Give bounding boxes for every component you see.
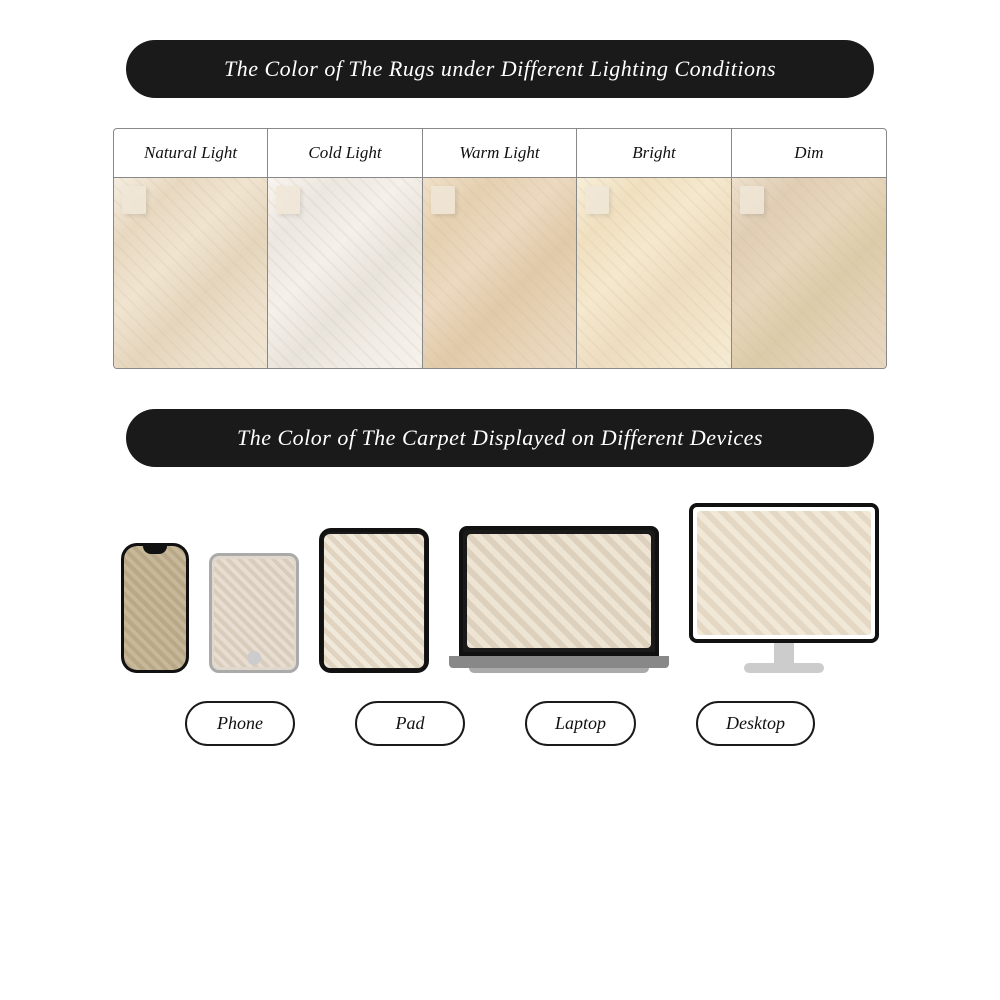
pad-home-button xyxy=(247,651,261,665)
laptop-foot xyxy=(469,668,649,673)
devices-title-banner: The Color of The Carpet Displayed on Dif… xyxy=(126,409,874,467)
device-desktop-group xyxy=(689,503,879,673)
label-desktop: Desktop xyxy=(696,701,815,746)
laptop-base xyxy=(449,656,669,668)
tablet-device xyxy=(319,528,429,673)
monitor-neck xyxy=(774,643,794,663)
lighting-title-text: The Color of The Rugs under Different Li… xyxy=(224,56,776,81)
lighting-title-banner: The Color of The Rugs under Different Li… xyxy=(126,40,874,98)
device-phone-group xyxy=(121,543,189,673)
table-image-row xyxy=(114,178,886,368)
device-labels-row: Phone Pad Laptop Desktop xyxy=(113,701,887,746)
phone-screen xyxy=(124,546,186,670)
col-warm-light: Warm Light xyxy=(423,129,577,177)
monitor-base xyxy=(744,663,824,673)
pad-device xyxy=(209,553,299,673)
laptop-screen xyxy=(467,534,651,648)
monitor-screen xyxy=(697,511,871,635)
rug-warm-light xyxy=(423,178,577,368)
col-dim: Dim xyxy=(732,129,886,177)
col-bright: Bright xyxy=(577,129,731,177)
tablet-screen xyxy=(324,534,424,668)
monitor-device xyxy=(689,503,879,643)
laptop-screen-part xyxy=(459,526,659,656)
device-pad-group xyxy=(209,553,299,673)
label-laptop: Laptop xyxy=(525,701,636,746)
col-cold-light: Cold Light xyxy=(268,129,422,177)
label-pad: Pad xyxy=(355,701,465,746)
device-laptop-group xyxy=(449,526,669,673)
devices-row xyxy=(113,503,887,673)
rug-natural-light xyxy=(114,178,268,368)
label-phone: Phone xyxy=(185,701,295,746)
rug-cold-light xyxy=(268,178,422,368)
devices-title-text: The Color of The Carpet Displayed on Dif… xyxy=(237,425,763,450)
lighting-table: Natural Light Cold Light Warm Light Brig… xyxy=(113,128,887,369)
phone-device xyxy=(121,543,189,673)
device-tablet-group xyxy=(319,528,429,673)
table-header-row: Natural Light Cold Light Warm Light Brig… xyxy=(114,129,886,178)
col-natural-light: Natural Light xyxy=(114,129,268,177)
rug-bright xyxy=(577,178,731,368)
rug-dim xyxy=(732,178,886,368)
